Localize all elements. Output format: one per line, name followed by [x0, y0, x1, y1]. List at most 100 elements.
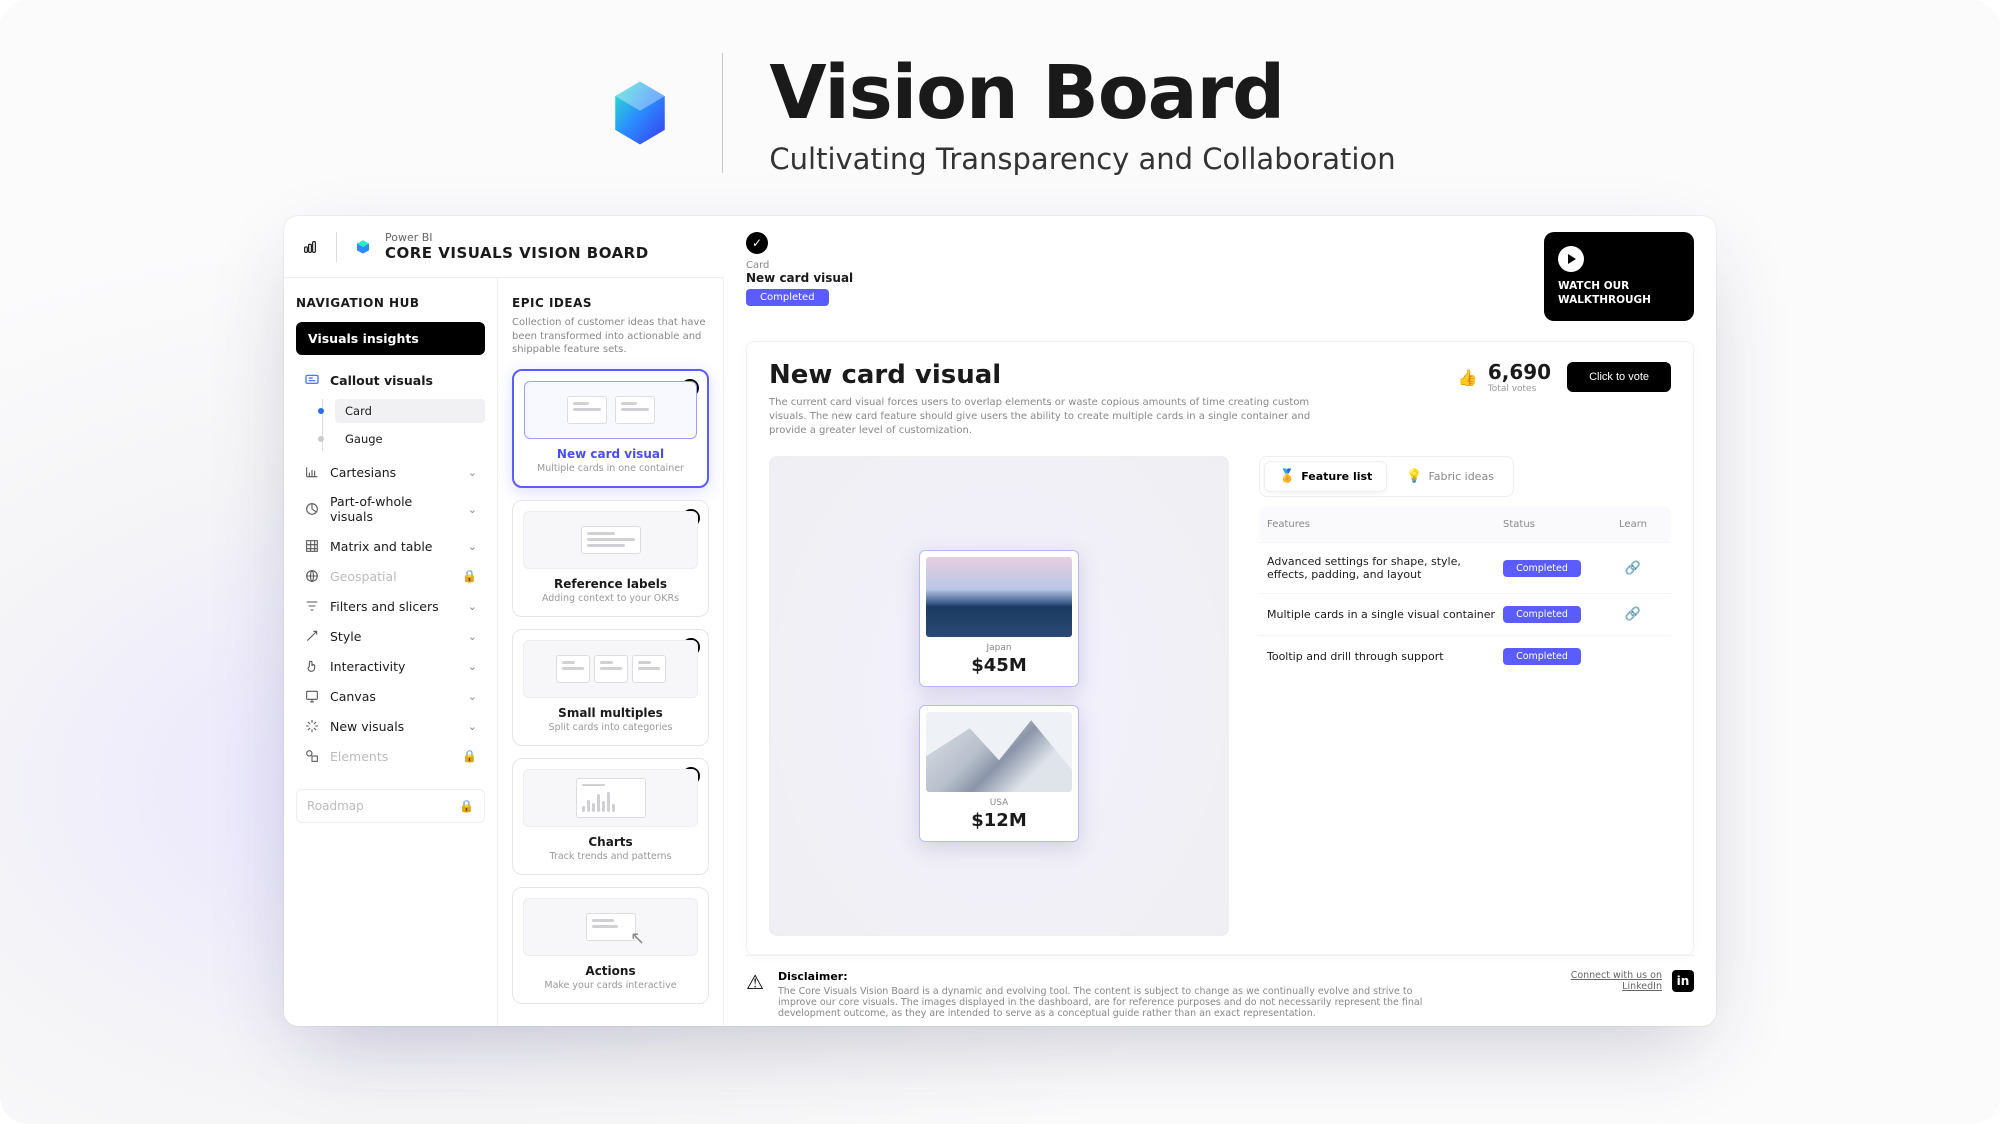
preview-value: $12M	[926, 810, 1072, 831]
nav-item-matrix-and-table[interactable]: Matrix and table ⌄	[296, 531, 485, 561]
epic-subtitle: Make your cards interactive	[523, 980, 698, 991]
epic-subtitle: Multiple cards in one container	[524, 463, 697, 474]
chart-icon	[304, 464, 320, 480]
epic-title: New card visual	[524, 447, 697, 461]
nav-label: Part-of-whole visuals	[330, 494, 458, 524]
connect-link-a[interactable]: Connect with us on	[1571, 970, 1662, 981]
learn-link-icon[interactable]: 🔗	[1603, 607, 1663, 622]
epic-card-new-card-visual[interactable]: ✓New card visualMultiple cards in one co…	[512, 369, 709, 488]
status-badge: Completed	[1503, 560, 1581, 577]
chevron-down-icon: ⌄	[468, 600, 477, 613]
nav-item-new-visuals[interactable]: New visuals⌄	[296, 711, 485, 741]
epic-card-reference-labels[interactable]: ✓Reference labelsAdding context to your …	[512, 500, 709, 617]
hand-icon	[304, 658, 320, 674]
tab-label: Fabric ideas	[1428, 470, 1493, 483]
connect-link-b[interactable]: LinkedIn	[1571, 981, 1662, 992]
epic-ideas-panel: EPIC IDEAS Collection of customer ideas …	[498, 278, 724, 1026]
nav-item-part-of-whole-visuals[interactable]: Part-of-whole visuals ⌄	[296, 487, 485, 531]
epics-intro: Collection of customer ideas that have b…	[512, 316, 709, 357]
tab-label: Feature list	[1301, 470, 1372, 483]
preview-card: Japan $45M	[919, 550, 1079, 687]
epic-thumb	[524, 381, 697, 439]
warning-icon: ⚠	[746, 970, 764, 994]
nav-label: Callout visuals	[330, 373, 477, 388]
nav-label: Elements	[330, 749, 452, 764]
epic-subtitle: Split cards into categories	[523, 722, 698, 733]
hero-title: Vision Board	[769, 50, 1395, 136]
chevron-down-icon: ⌄	[468, 540, 477, 553]
preview-label: USA	[926, 798, 1072, 808]
epic-title: Actions	[523, 964, 698, 978]
feature-name: Advanced settings for shape, style, effe…	[1267, 555, 1503, 581]
feature-section: 🏅 Feature list 💡 Fabric ideas Features	[1259, 456, 1671, 936]
brand-small: Power BI	[385, 231, 649, 244]
bulb-icon: 💡	[1406, 469, 1422, 484]
status-badge: Completed	[746, 289, 829, 306]
nav-item-interactivity[interactable]: Interactivity⌄	[296, 651, 485, 681]
product-logo-icon	[604, 77, 676, 149]
chevron-down-icon: ⌄	[468, 466, 477, 479]
watch-walkthrough-button[interactable]: WATCH OUR WALKTHROUGH	[1544, 232, 1694, 321]
preview-area: Japan $45M USA $12M	[769, 456, 1229, 936]
tab-fabric-ideas[interactable]: 💡 Fabric ideas	[1392, 462, 1508, 491]
sidebar-primary[interactable]: Visuals insights	[296, 322, 485, 355]
vote-label: Total votes	[1488, 384, 1551, 394]
thumbs-up-icon: 👍	[1458, 368, 1478, 387]
chevron-down-icon: ⌄	[468, 660, 477, 673]
nav-item-style[interactable]: Style⌄	[296, 621, 485, 651]
nav-label: Matrix and table	[330, 539, 458, 554]
table-row: Advanced settings for shape, style, effe…	[1259, 542, 1671, 593]
nav-item-canvas[interactable]: Canvas⌄	[296, 681, 485, 711]
tab-feature-list[interactable]: 🏅 Feature list	[1265, 462, 1386, 491]
hero: Vision Board Cultivating Transparency an…	[40, 50, 1960, 176]
sidebar: NAVIGATION HUB Visuals insights Callout …	[284, 278, 498, 1026]
feature-table: Features Status Learn Advanced settings …	[1259, 507, 1671, 677]
roadmap-label: Roadmap	[307, 799, 364, 813]
lock-icon: 🔒	[462, 749, 477, 763]
breadcrumb: ✓ Card New card visual Completed	[746, 232, 853, 306]
watch-label: WATCH OUR WALKTHROUGH	[1558, 280, 1676, 307]
grid-icon	[304, 538, 320, 554]
nav-callout-visuals[interactable]: Callout visuals	[296, 365, 485, 395]
preview-value: $45M	[926, 655, 1072, 676]
nav-roadmap[interactable]: Roadmap 🔒	[296, 789, 485, 823]
nav-label: Filters and slicers	[330, 599, 458, 614]
nav-item-filters-and-slicers[interactable]: Filters and slicers ⌄	[296, 591, 485, 621]
nav-sub-gauge[interactable]: Gauge	[335, 427, 485, 451]
epic-thumb	[523, 511, 698, 569]
disclaimer-body: The Core Visuals Vision Board is a dynam…	[778, 986, 1422, 1019]
play-icon	[1558, 246, 1584, 272]
preview-card: USA $12M	[919, 705, 1079, 842]
detail-card: New card visual The current card visual …	[746, 341, 1694, 955]
epic-card-small-multiples[interactable]: Small multiplesSplit cards into categori…	[512, 629, 709, 746]
nav-sub-card[interactable]: Card	[335, 399, 485, 423]
table-header: Features Status Learn	[1259, 507, 1671, 542]
sidebar-heading: NAVIGATION HUB	[296, 296, 485, 310]
feature-tabs: 🏅 Feature list 💡 Fabric ideas	[1259, 456, 1514, 497]
feature-name: Multiple cards in a single visual contai…	[1267, 608, 1503, 621]
epic-subtitle: Track trends and patterns	[523, 851, 698, 862]
chevron-down-icon: ⌄	[468, 690, 477, 703]
topbar: Power BI CORE VISUALS VISION BOARD	[284, 216, 724, 278]
nav-item-elements: Elements 🔒	[296, 741, 485, 771]
learn-link-icon[interactable]: 🔗	[1603, 561, 1663, 576]
check-icon: ✓	[746, 232, 768, 254]
detail-desc: The current card visual forces users to …	[769, 396, 1329, 438]
vote-button[interactable]: Click to vote	[1567, 362, 1671, 392]
epic-card-actions[interactable]: ↖ActionsMake your cards interactive	[512, 887, 709, 1004]
col-features: Features	[1267, 519, 1503, 530]
linkedin-icon[interactable]: in	[1672, 970, 1694, 992]
preview-image-japan	[926, 557, 1072, 637]
table-row: Multiple cards in a single visual contai…	[1259, 593, 1671, 635]
chevron-down-icon: ⌄	[468, 503, 477, 516]
epic-thumb	[523, 769, 698, 827]
product-logo-small-icon	[355, 239, 371, 255]
epic-title: Charts	[523, 835, 698, 849]
canvas-icon	[304, 688, 320, 704]
chevron-down-icon: ⌄	[468, 630, 477, 643]
nav-item-geospatial: Geospatial🔒	[296, 561, 485, 591]
nav-item-cartesians[interactable]: Cartesians⌄	[296, 457, 485, 487]
spark-icon	[304, 718, 320, 734]
epic-card-charts[interactable]: Charts Track trends and patterns	[512, 758, 709, 875]
vote-count: 6,690	[1488, 360, 1551, 384]
